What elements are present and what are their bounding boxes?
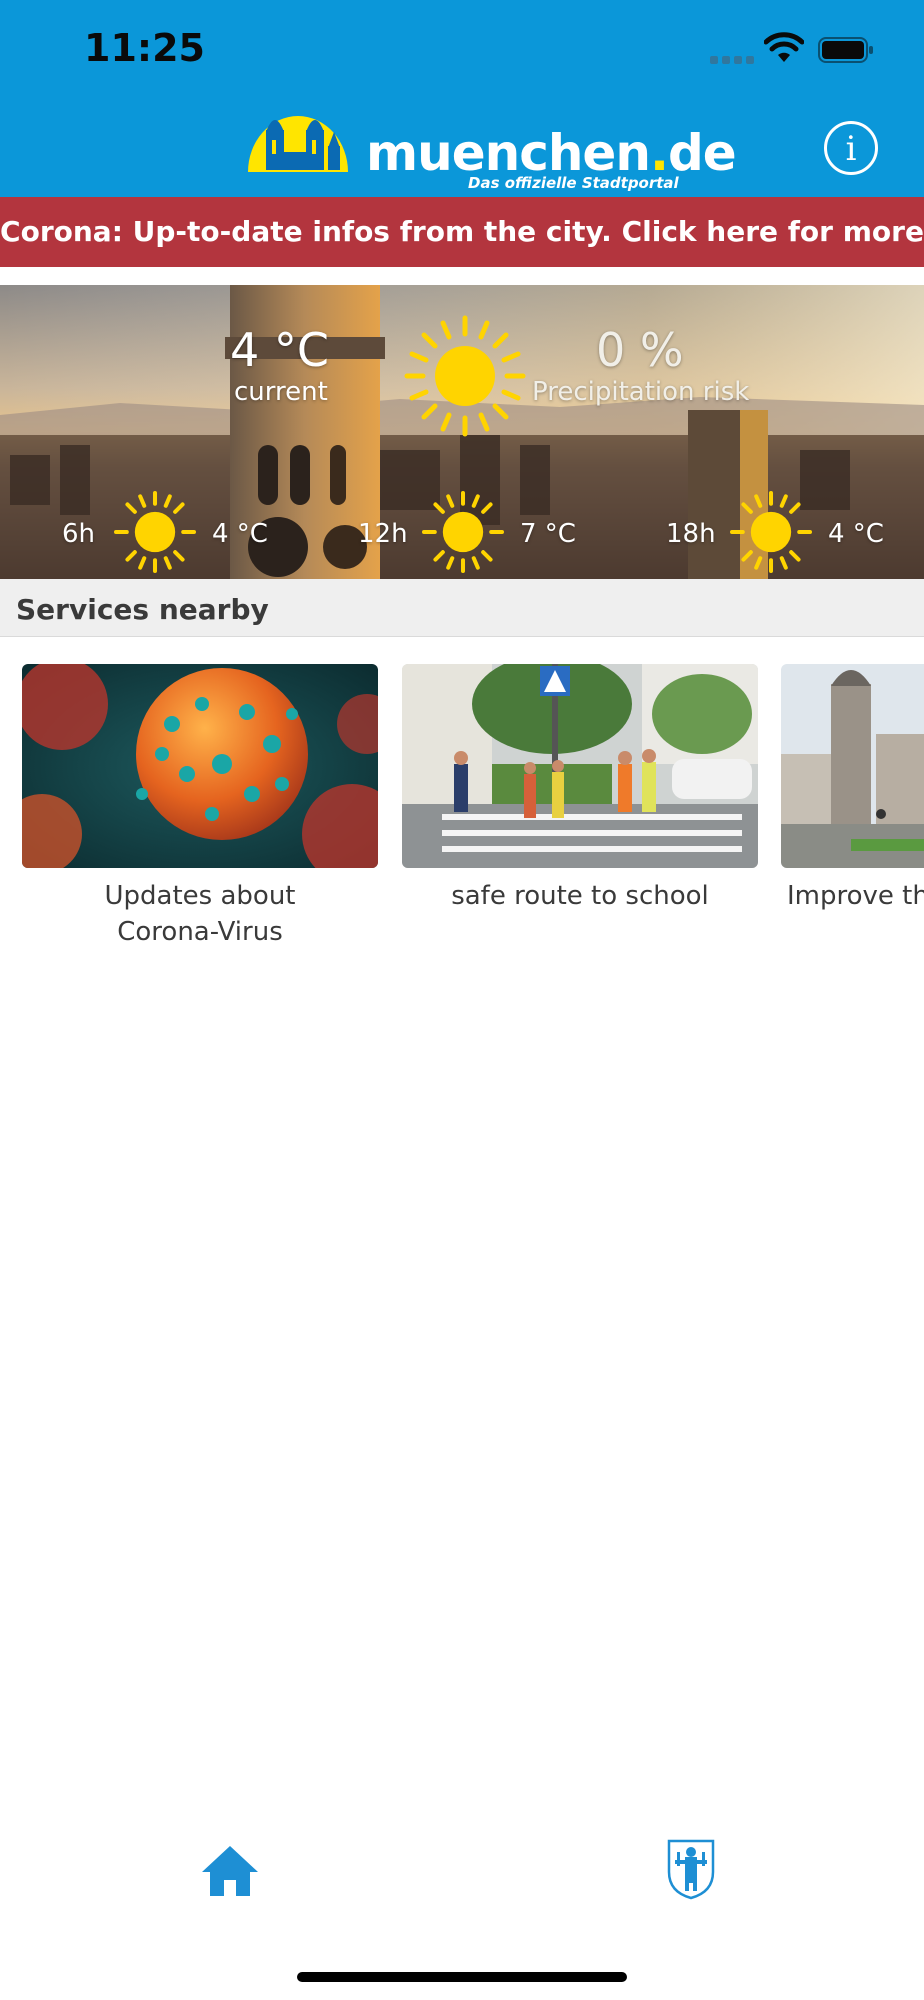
precipitation-label: Precipitation risk (532, 377, 750, 407)
frauenkirche-logo-icon (248, 116, 348, 172)
current-temperature: 4 °C (230, 323, 330, 377)
forecast-hour: 18h (666, 519, 716, 549)
weather-panel[interactable]: 4 °C current 0 % Precipitation risk 6h 4… (0, 285, 924, 579)
sun-icon (730, 491, 812, 573)
school-route-image (402, 664, 758, 868)
logo-subtitle: Das offizielle Stadtportal (468, 174, 679, 192)
battery-icon (818, 37, 873, 63)
cellular-signal-icon (710, 54, 754, 64)
section-title: Services nearby (16, 593, 269, 626)
forecast-temperature: 4 °C (828, 519, 884, 549)
service-card-improve[interactable]: Improve the (781, 664, 924, 914)
forecast-hour: 6h (62, 519, 96, 549)
services-carousel[interactable]: Updates about Corona-Virus safe route to… (0, 664, 924, 954)
sun-icon (404, 315, 526, 437)
status-time: 11:25 (84, 26, 205, 70)
sun-icon (114, 491, 196, 573)
forecast-temperature: 7 °C (520, 519, 576, 549)
city-street-image (781, 664, 924, 868)
service-card-school-route[interactable]: safe route to school (402, 664, 758, 914)
info-icon: i (845, 129, 857, 169)
city-crest-icon[interactable] (666, 1838, 716, 1900)
wifi-icon (764, 32, 804, 62)
muenchen-logo[interactable]: muenchen.de Das offizielle Stadtportal (246, 98, 737, 192)
sun-icon (422, 491, 504, 573)
forecast-hour: 12h (358, 519, 408, 549)
home-icon[interactable] (200, 1842, 260, 1898)
service-card-corona[interactable]: Updates about Corona-Virus (22, 664, 378, 950)
service-card-label: Updates about Corona-Virus (104, 881, 296, 947)
current-label: current (234, 377, 328, 407)
service-card-label: safe route to school (451, 881, 709, 911)
app-header: 11:25 muenchen.de Das offizielle Stadtpo… (0, 0, 924, 197)
home-indicator[interactable] (297, 1972, 627, 1982)
coronavirus-image (22, 664, 378, 868)
service-card-label: Improve the (787, 881, 924, 911)
info-button[interactable]: i (824, 121, 878, 175)
corona-banner[interactable]: Corona: Up-to-date infos from the city. … (0, 197, 924, 267)
precipitation-value: 0 % (596, 323, 684, 377)
services-section-header: Services nearby (0, 579, 924, 637)
forecast-temperature: 4 °C (212, 519, 268, 549)
